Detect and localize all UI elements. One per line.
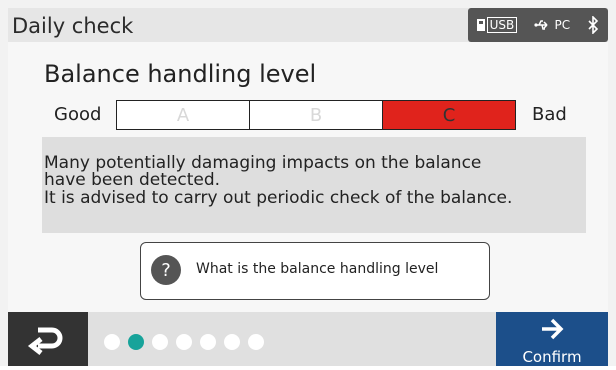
page-dot-7 — [248, 334, 264, 350]
return-arrow-icon — [27, 327, 63, 355]
usb-cable-icon — [534, 20, 549, 30]
level-b: B — [250, 101, 383, 129]
help-button-label: What is the balance handling level — [196, 261, 439, 277]
confirm-button[interactable]: Confirm — [496, 312, 608, 366]
arrow-right-icon — [496, 316, 608, 346]
pc-label: PC — [554, 18, 571, 32]
level-bar: A B C — [116, 100, 516, 130]
usb-label: USB — [486, 17, 518, 33]
usb-icon — [476, 19, 485, 31]
page-dot-6 — [224, 334, 240, 350]
page-dot-3 — [152, 334, 168, 350]
status-indicators: USB PC — [468, 8, 608, 42]
page-indicator — [104, 334, 264, 350]
footer-bar: Confirm — [8, 312, 608, 366]
good-label: Good — [54, 104, 102, 125]
confirm-label: Confirm — [522, 348, 582, 366]
bad-label: Bad — [532, 104, 567, 125]
back-button[interactable] — [8, 312, 88, 366]
message-line-2: have been detected. — [44, 170, 221, 190]
pc-indicator: PC — [534, 18, 570, 32]
page-dot-2 — [128, 334, 144, 350]
page-dot-1 — [104, 334, 120, 350]
message-line-3: It is advised to carry out periodic chec… — [44, 188, 513, 208]
page-dot-5 — [200, 334, 216, 350]
page-title: Daily check — [12, 14, 134, 38]
level-a: A — [117, 101, 250, 129]
section-heading: Balance handling level — [44, 60, 317, 88]
page-dot-4 — [176, 334, 192, 350]
content-panel: Balance handling level Good A B C Bad Ma… — [8, 42, 608, 316]
level-c: C — [383, 101, 515, 129]
help-button[interactable]: ? What is the balance handling level — [140, 242, 490, 300]
question-icon: ? — [151, 255, 181, 285]
usb-indicator: USB — [476, 17, 518, 33]
handling-level-scale: Good A B C Bad — [8, 100, 608, 130]
bluetooth-icon — [588, 16, 599, 34]
header-bar: Daily check USB PC — [8, 8, 608, 42]
screen: Daily check USB PC Balance handling leve… — [0, 0, 616, 366]
message-box: Many potentially damaging impacts on the… — [42, 137, 586, 233]
